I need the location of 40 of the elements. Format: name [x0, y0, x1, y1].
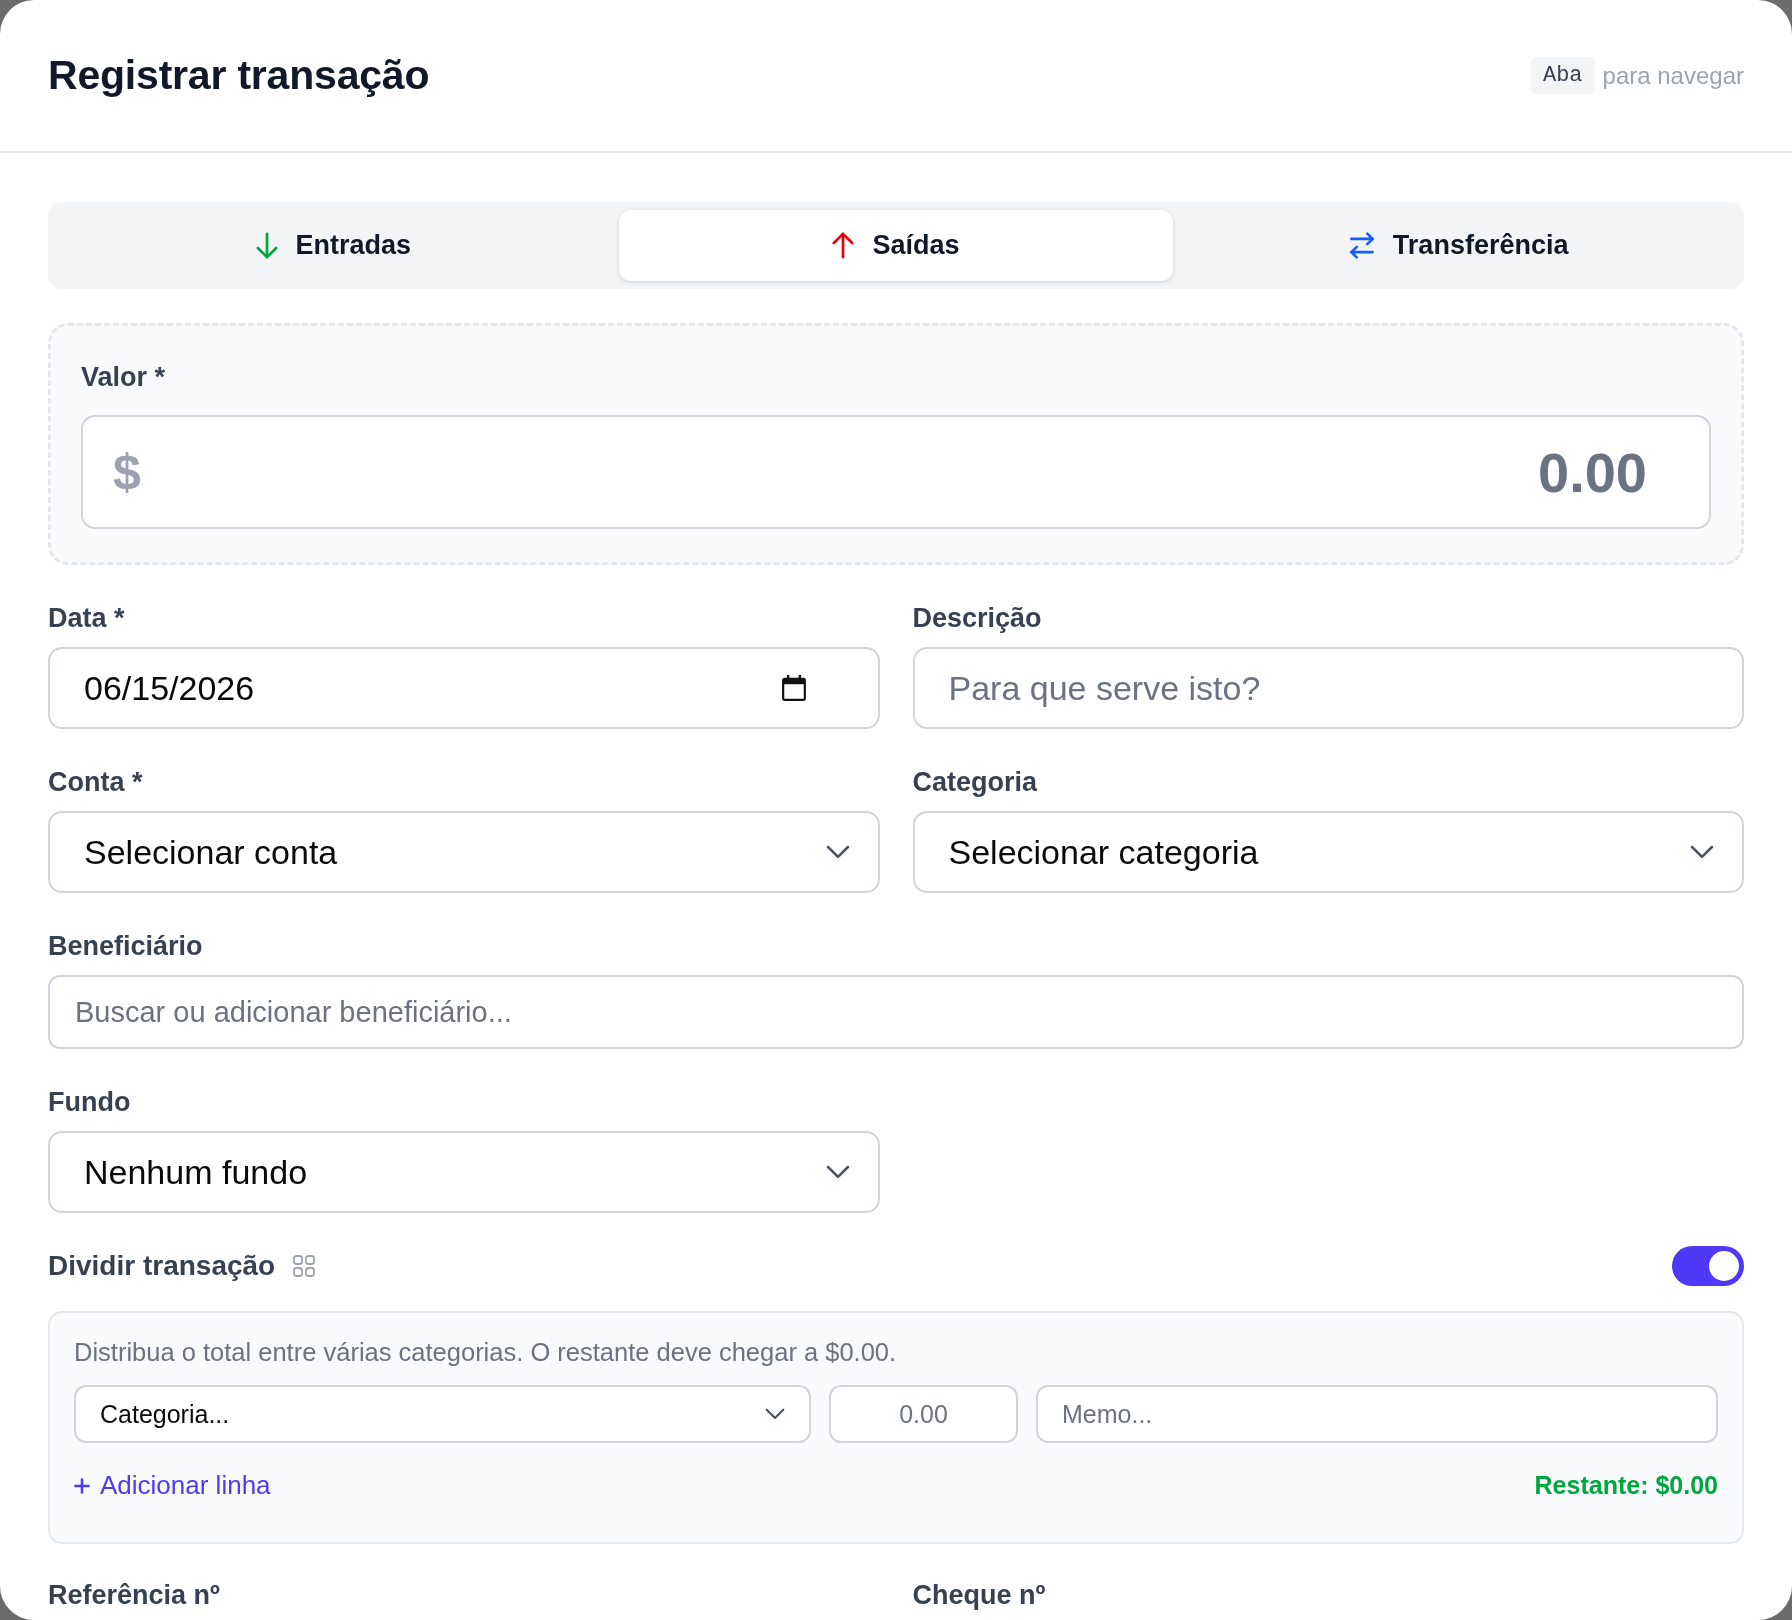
search-field[interactable]: Buscar ou adicionar beneficiário...: [48, 975, 1744, 1049]
key-hint: Aba: [1530, 57, 1595, 94]
dropdown[interactable]: Nenhum fundo: [48, 1131, 880, 1213]
dropdown[interactable]: Selecionar categoria: [912, 811, 1744, 893]
split-label: Dividir transação: [48, 1250, 276, 1282]
type-tab[interactable]: Entradas: [56, 210, 611, 281]
memo-input[interactable]: Memo...: [1036, 1385, 1718, 1443]
dropdown[interactable]: Selecionar conta: [48, 811, 880, 893]
chevron-down-icon: [765, 1408, 785, 1420]
add-line-button[interactable]: Adicionar linha: [74, 1470, 271, 1501]
field-label: Data *: [48, 602, 126, 634]
split-toggle[interactable]: [1672, 1246, 1744, 1286]
chevron-down-icon: [825, 845, 850, 859]
type-tab[interactable]: Transferência: [1181, 210, 1736, 281]
dialog-title: Registrar transação: [48, 52, 430, 99]
field-label: Fundo: [48, 1086, 132, 1118]
plus-icon: [74, 1477, 90, 1494]
field-label: Cheque nº: [912, 1579, 1047, 1611]
chevron-down-icon: [1690, 845, 1714, 859]
amount-input[interactable]: 0.00: [829, 1385, 1018, 1443]
category-dropdown[interactable]: Categoria...: [74, 1385, 811, 1443]
arrow-down-icon: [255, 232, 278, 259]
field-label: Conta *: [48, 766, 144, 798]
split-hint: Distribua o total entre várias categorias. O restante deve chegar a $0.00.: [74, 1337, 898, 1367]
field-label: Valor *: [81, 361, 167, 393]
calendar-icon: [781, 675, 806, 701]
chevron-down-icon: [825, 1165, 850, 1179]
grid-icon: [293, 1255, 316, 1277]
type-tab[interactable]: Saídas: [618, 210, 1174, 281]
arrow-up-icon: [832, 232, 855, 259]
field-label: Descrição: [912, 602, 1043, 634]
currency-symbol: $: [113, 447, 141, 497]
remaining-amount: Restante: $0.00: [1534, 1471, 1718, 1500]
left-right-arrows-icon: [1348, 232, 1375, 259]
text-field[interactable]: Para que serve isto?: [912, 647, 1744, 729]
field-label: Referência nº: [48, 1579, 221, 1611]
field-label: Categoria: [912, 766, 1039, 798]
field-label: Beneficiário: [48, 930, 204, 962]
hint-text: para navegar: [1602, 61, 1744, 90]
date-field[interactable]: 06/15/2026: [48, 647, 880, 729]
